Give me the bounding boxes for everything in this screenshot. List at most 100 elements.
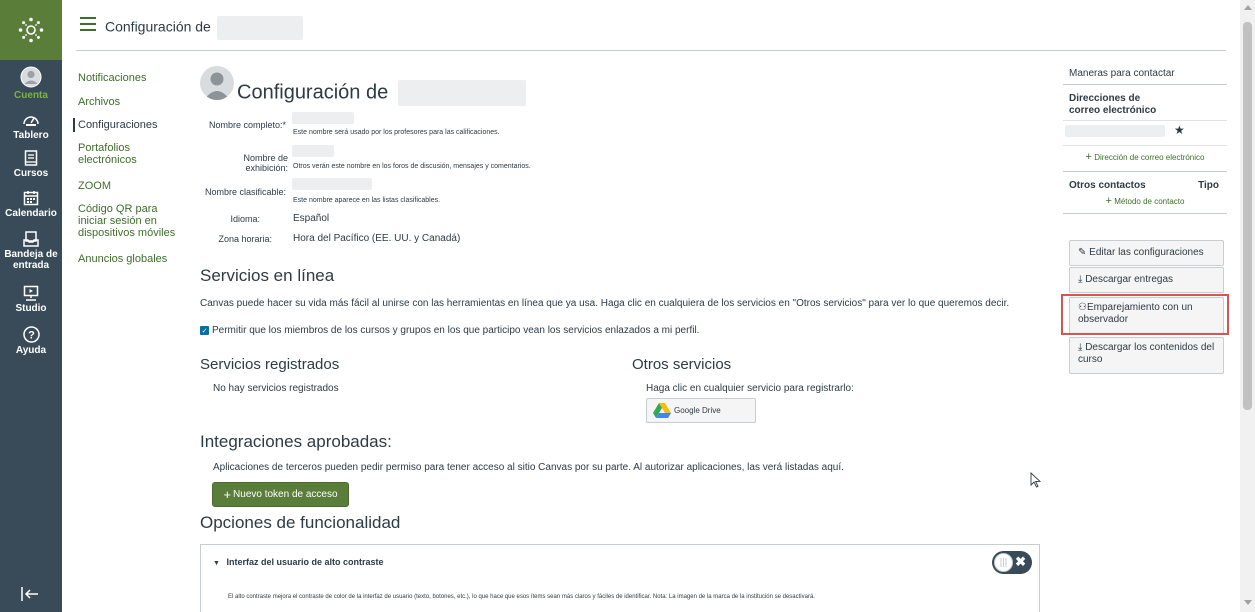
checkbox-label: Permitir que los miembros de los cursos … bbox=[212, 325, 700, 336]
nav-label: Calendario bbox=[5, 208, 57, 219]
nav-label: Cursos bbox=[13, 168, 49, 179]
high-contrast-switch[interactable]: ✖ bbox=[992, 551, 1032, 574]
studio-icon bbox=[23, 285, 39, 301]
add-contact-method-label: Método de contacto bbox=[1114, 197, 1185, 206]
approved-integrations-heading: Integraciones aprobadas: bbox=[200, 432, 392, 451]
nav-item-account[interactable]: Cuenta bbox=[0, 66, 62, 101]
svg-text:?: ? bbox=[28, 330, 35, 342]
show-services-checkbox[interactable]: ✓ Permitir que los miembros de los curso… bbox=[200, 325, 699, 336]
hamburger-menu-icon[interactable] bbox=[80, 17, 96, 31]
account-nav-zoom[interactable]: ZOOM bbox=[78, 180, 111, 192]
add-email-label: Dirección de correo electrónico bbox=[1094, 153, 1205, 162]
registered-services-empty: No hay servicios registrados bbox=[213, 383, 339, 394]
full-name-hint: Este nombre será usado por los profesore… bbox=[293, 129, 500, 136]
download-icon: ⤓ bbox=[1078, 274, 1083, 285]
add-email-link[interactable]: + Dirección de correo electrónico bbox=[1063, 145, 1227, 171]
page-header: Configuración de bbox=[62, 0, 1227, 51]
avatar[interactable] bbox=[200, 66, 234, 100]
download-course-content-button[interactable]: ⤓ Descargar los contenidos del curso bbox=[1069, 337, 1224, 374]
account-nav-settings[interactable]: Configuraciones bbox=[73, 118, 158, 132]
collapse-nav-icon[interactable] bbox=[20, 584, 42, 604]
canvas-logo-icon[interactable] bbox=[0, 0, 62, 60]
nav-item-calendar[interactable]: Calendario bbox=[0, 190, 62, 219]
nav-item-help[interactable]: ? Ayuda bbox=[0, 326, 62, 356]
inbox-icon bbox=[23, 231, 39, 247]
email-row: ★ bbox=[1063, 120, 1227, 140]
caret-down-icon: ▼ bbox=[213, 560, 220, 567]
other-services-hint: Haga clic en cualquier servicio para reg… bbox=[646, 383, 854, 394]
redacted-email bbox=[1065, 125, 1165, 137]
global-nav: Cuenta Tablero Cursos Calendario Bandeja… bbox=[0, 0, 62, 612]
other-services-heading: Otros servicios bbox=[632, 356, 732, 373]
nav-label: Tablero bbox=[13, 130, 49, 141]
nav-label: Studio bbox=[15, 303, 47, 314]
help-icon: ? bbox=[22, 326, 40, 343]
edit-settings-label: Editar las configuraciones bbox=[1089, 247, 1204, 258]
language-label: Idioma: bbox=[230, 214, 260, 224]
nav-label: Bandeja de entrada bbox=[4, 249, 58, 271]
highlight-box bbox=[1061, 294, 1229, 335]
user-icon bbox=[20, 66, 42, 88]
account-nav-eportfolios[interactable]: Portafolios electrónicos bbox=[78, 142, 158, 166]
nav-item-courses[interactable]: Cursos bbox=[0, 150, 62, 179]
online-services-heading: Servicios en línea bbox=[200, 266, 335, 285]
download-course-content-label: Descargar los contenidos del curso bbox=[1078, 342, 1215, 365]
account-nav-notifications[interactable]: Notificaciones bbox=[78, 72, 146, 84]
edit-settings-button[interactable]: ✎ Editar las configuraciones bbox=[1069, 240, 1224, 266]
sortable-name-label: Nombre clasificable: bbox=[204, 187, 286, 197]
display-name-hint: Otros verán este nombre en los foros de … bbox=[293, 163, 531, 170]
nav-label: Cuenta bbox=[14, 90, 48, 101]
checkbox-checked-icon[interactable]: ✓ bbox=[200, 326, 209, 335]
nav-item-studio[interactable]: Studio bbox=[0, 285, 62, 314]
download-icon: ⤓ bbox=[1078, 342, 1083, 353]
full-name-field[interactable] bbox=[292, 112, 354, 124]
nav-item-dashboard[interactable]: Tablero bbox=[0, 112, 62, 141]
page-title-text: Configuración de bbox=[237, 81, 389, 104]
courses-icon bbox=[24, 150, 38, 166]
account-nav-qr-code[interactable]: Código QR para iniciar sesión en disposi… bbox=[78, 203, 178, 239]
display-name-field[interactable] bbox=[292, 145, 334, 157]
other-contacts-label: Otros contactos bbox=[1069, 180, 1146, 191]
download-submissions-label: Descargar entregas bbox=[1085, 274, 1174, 285]
display-name-label: Nombre de exhibición: bbox=[243, 153, 288, 173]
timezone-label: Zona horaria: bbox=[218, 234, 272, 244]
sortable-name-field[interactable] bbox=[292, 178, 372, 190]
high-contrast-toggle-expand[interactable]: ▼ Interfaz del usuario de alto contraste bbox=[213, 557, 384, 567]
plus-icon: + bbox=[1085, 151, 1092, 163]
nav-item-inbox[interactable]: Bandeja de entrada bbox=[0, 231, 62, 271]
language-value: Español bbox=[293, 213, 330, 224]
timezone-value: Hora del Pacífico (EE. UU. y Canadá) bbox=[293, 233, 461, 244]
switch-knob bbox=[994, 553, 1013, 572]
feature-options-heading: Opciones de funcionalidad bbox=[200, 513, 401, 532]
redacted-name bbox=[216, 16, 303, 40]
page-title: Configuración de bbox=[237, 80, 526, 106]
new-access-token-button[interactable]: + Nuevo token de acceso bbox=[212, 482, 349, 507]
dashboard-icon bbox=[23, 116, 39, 126]
integrations-description: Aplicaciones de terceros pueden pedir pe… bbox=[213, 462, 844, 473]
close-icon: ✖ bbox=[1015, 554, 1026, 569]
mouse-cursor-icon bbox=[1030, 472, 1042, 488]
google-drive-button[interactable]: Google Drive bbox=[646, 398, 756, 423]
high-contrast-description: El alto contraste mejora el contraste de… bbox=[228, 594, 815, 600]
scrollbar-thumb[interactable] bbox=[1243, 22, 1252, 410]
download-submissions-button[interactable]: ⤓ Descargar entregas bbox=[1069, 267, 1224, 293]
star-icon[interactable]: ★ bbox=[1174, 123, 1185, 137]
scroll-up-arrow-icon[interactable] bbox=[1244, 5, 1252, 10]
calendar-icon bbox=[23, 191, 39, 206]
new-token-label: Nuevo token de acceso bbox=[233, 489, 338, 500]
add-contact-method-link[interactable]: + Método de contacto bbox=[1063, 195, 1227, 214]
breadcrumb: Configuración de bbox=[105, 16, 303, 40]
google-drive-label: Google Drive bbox=[674, 406, 721, 415]
account-nav-global-announcements[interactable]: Anuncios globales bbox=[78, 253, 167, 265]
scroll-down-arrow-icon[interactable] bbox=[1244, 600, 1252, 605]
full-name-label: Nombre completo:* bbox=[208, 120, 286, 130]
account-nav-files[interactable]: Archivos bbox=[78, 96, 120, 108]
online-services-description: Canvas puede hacer su vida más fácil al … bbox=[200, 298, 1010, 309]
other-contacts-header: Otros contactos Tipo bbox=[1063, 171, 1227, 191]
contact-ways-heading: Maneras para contactar bbox=[1063, 60, 1227, 85]
email-addresses-heading: Direcciones de correo electrónico bbox=[1069, 93, 1157, 116]
breadcrumb-label: Configuración de bbox=[105, 18, 211, 35]
sortable-name-hint: Este nombre aparece en las listas clasif… bbox=[293, 197, 441, 204]
registered-services-heading: Servicios registrados bbox=[200, 356, 340, 373]
type-column-label: Tipo bbox=[1198, 180, 1219, 191]
